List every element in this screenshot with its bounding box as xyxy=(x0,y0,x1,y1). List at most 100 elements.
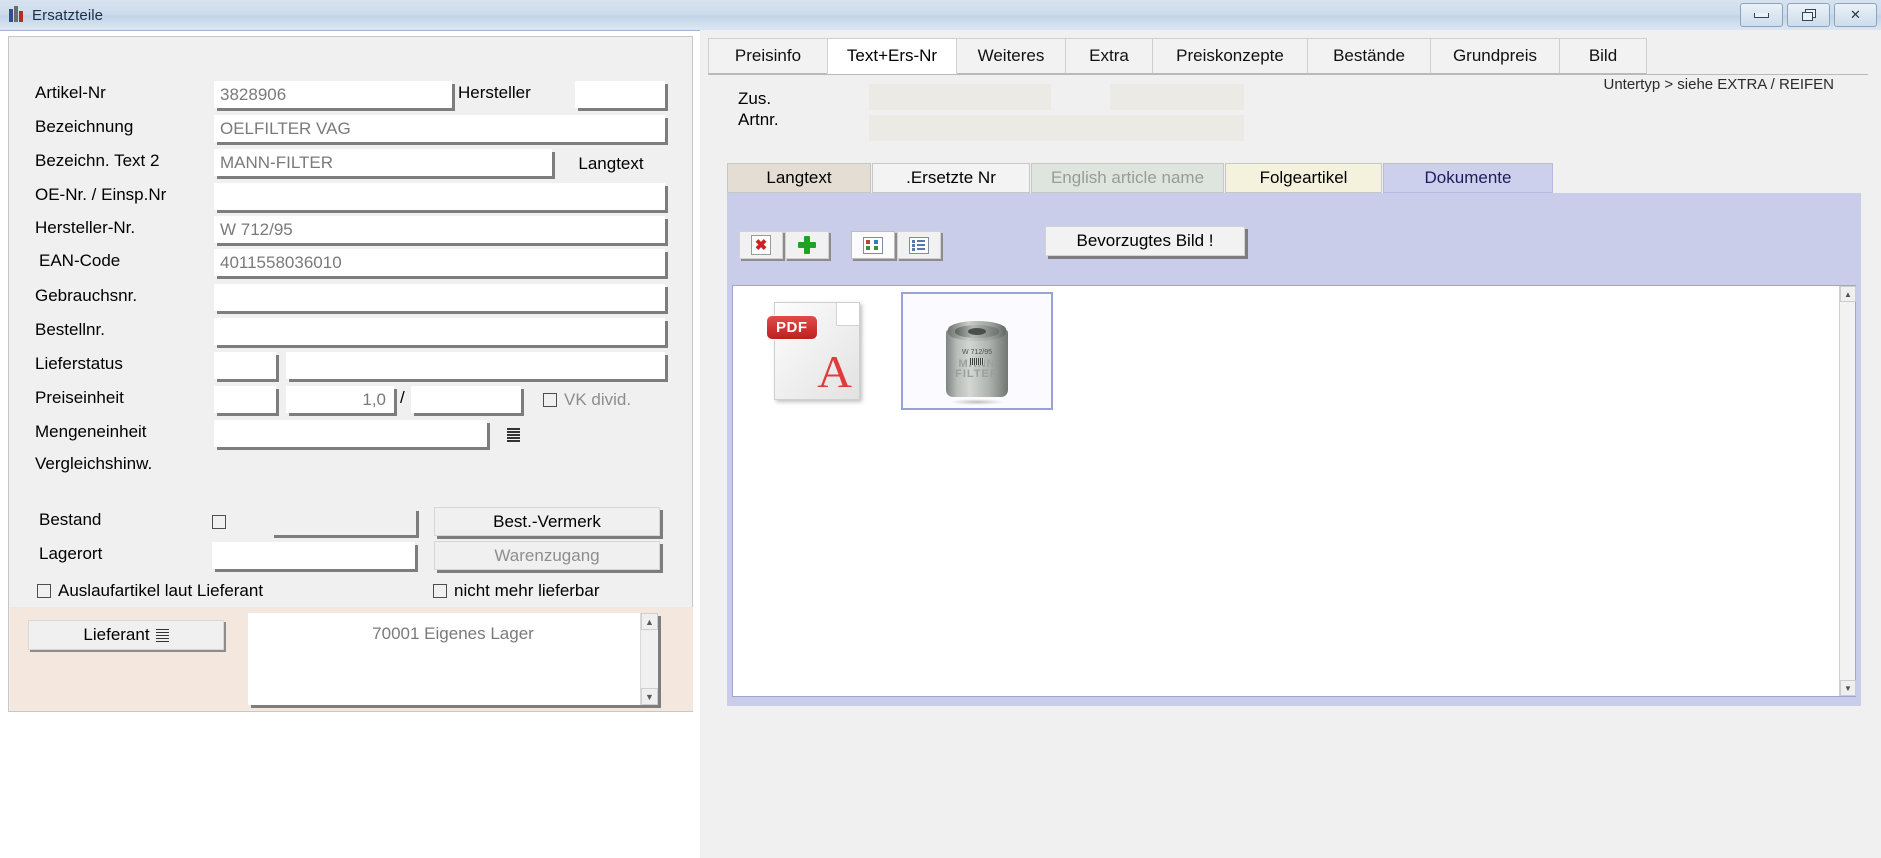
preiseinheit-separator: / xyxy=(400,388,405,407)
label-bestand: Bestand xyxy=(39,510,102,529)
tab-bestaende[interactable]: Bestände xyxy=(1307,38,1431,74)
documents-scrollbar[interactable]: ▲ ▼ xyxy=(1839,286,1856,696)
checkbox-auslaufartikel[interactable]: Auslaufartikel laut Lieferant xyxy=(37,581,263,601)
inner-tab-english-article-name: English article name xyxy=(1031,163,1224,193)
label-zus-artnr: Zus. Artnr. xyxy=(738,89,779,129)
label-preiseinheit: Preiseinheit xyxy=(35,388,124,407)
preferred-image-button[interactable]: Bevorzugtes Bild ! xyxy=(1045,226,1245,256)
window-title: Ersatzteile xyxy=(32,6,104,24)
input-mengeneinheit[interactable] xyxy=(214,420,487,447)
input-preiseinheit-divisor[interactable] xyxy=(411,386,521,413)
input-zus-artnr-1[interactable] xyxy=(869,84,1051,110)
input-preiseinheit-code[interactable] xyxy=(214,386,276,413)
label-lagerort: Lagerort xyxy=(39,544,103,563)
input-zus-artnr-2[interactable] xyxy=(1110,84,1244,110)
input-oe-nr[interactable] xyxy=(214,183,665,210)
label-gebrauchsnr: Gebrauchsnr. xyxy=(35,286,138,305)
app-icon xyxy=(7,6,25,24)
checkbox-nicht-mehr-lieferbar[interactable]: nicht mehr lieferbar xyxy=(433,581,600,601)
scroll-up-icon[interactable]: ▲ xyxy=(641,613,658,630)
label-bestellnr: Bestellnr. xyxy=(35,320,105,339)
scroll-down-icon[interactable]: ▼ xyxy=(641,688,658,705)
grid-view-icon xyxy=(863,236,883,254)
delete-icon: ✖ xyxy=(751,235,771,255)
checkbox-box xyxy=(433,584,447,598)
lieferant-menu-icon xyxy=(155,628,169,643)
input-bestand[interactable] xyxy=(271,508,416,535)
close-icon: ✕ xyxy=(1850,7,1861,22)
input-ean-code[interactable]: 4011558036010 xyxy=(214,249,665,276)
input-gebrauchsnr[interactable] xyxy=(214,284,665,311)
input-zus-artnr-3[interactable] xyxy=(869,115,1244,141)
acrobat-glyph: A xyxy=(816,346,852,397)
document-thumbnail-pdf[interactable]: PDF A xyxy=(741,292,893,410)
inner-tab-langtext[interactable]: Langtext xyxy=(727,163,871,193)
label-artikel-nr: Artikel-Nr xyxy=(35,83,106,102)
tab-preisinfo[interactable]: Preisinfo xyxy=(708,38,828,74)
supplier-list-item[interactable]: 70001 Eigenes Lager xyxy=(372,624,534,643)
add-icon xyxy=(798,236,816,254)
list-view-icon xyxy=(909,236,929,254)
restore-button[interactable] xyxy=(1787,3,1830,27)
input-lagerort[interactable] xyxy=(212,542,415,569)
label-mengeneinheit: Mengeneinheit xyxy=(35,422,147,441)
delete-document-button[interactable]: ✖ xyxy=(739,231,783,259)
oil-filter-image: W 712/95 MANN FILTER xyxy=(916,299,1038,405)
tab-bild[interactable]: Bild xyxy=(1559,38,1647,74)
pdf-file-icon: PDF A xyxy=(766,302,860,400)
input-lieferstatus-code[interactable] xyxy=(214,352,276,379)
checkbox-box xyxy=(37,584,51,598)
checkbox-box xyxy=(543,392,557,407)
tab-grundpreis[interactable]: Grundpreis xyxy=(1430,38,1560,74)
tab-preiskonzepte[interactable]: Preiskonzepte xyxy=(1152,38,1308,74)
supplier-strip: Lieferant 70001 Eigenes Lager ▲ ▼ xyxy=(10,607,693,711)
detail-view-button[interactable] xyxy=(897,231,941,259)
mengeneinheit-menu-icon[interactable] xyxy=(507,428,520,442)
checkbox-bestand[interactable] xyxy=(212,515,226,529)
scroll-down-icon[interactable]: ▼ xyxy=(1840,680,1856,696)
label-bezeichnung: Bezeichnung xyxy=(35,117,134,136)
label-bezeichn-text-2: Bezeichn. Text 2 xyxy=(35,151,160,170)
checkbox-vk-divid[interactable]: VK divid. xyxy=(543,386,631,413)
input-hersteller[interactable] xyxy=(575,81,665,108)
documents-list[interactable]: PDF A W 712/95 MANN FILTER ▲ ▼ xyxy=(732,285,1856,697)
document-thumbnail-image[interactable]: W 712/95 MANN FILTER xyxy=(901,292,1053,410)
label-lieferstatus: Lieferstatus xyxy=(35,354,123,373)
close-button[interactable]: ✕ xyxy=(1834,3,1877,27)
supplier-list-scrollbar[interactable]: ▲ ▼ xyxy=(640,613,658,705)
inner-tab-ersetzte-nr[interactable]: .Ersetzte Nr xyxy=(872,163,1030,193)
best-vermerk-button[interactable]: Best.-Vermerk xyxy=(434,507,660,536)
input-hersteller-nr[interactable]: W 712/95 xyxy=(214,216,665,243)
label-ean-code: EAN-Code xyxy=(39,251,121,270)
input-lieferstatus-text[interactable] xyxy=(286,352,665,379)
window-controls: ✕ xyxy=(1740,3,1877,27)
label-hersteller: Hersteller xyxy=(458,83,531,102)
article-form-panel: Artikel-Nr 3828906 Hersteller Bezeichnun… xyxy=(8,36,693,712)
inner-tab-bar: Langtext .Ersetzte Nr English article na… xyxy=(727,163,1553,193)
tab-weiteres[interactable]: Weiteres xyxy=(956,38,1066,74)
inner-tab-dokumente[interactable]: Dokumente xyxy=(1383,163,1553,193)
add-document-button[interactable] xyxy=(785,231,829,259)
minimize-button[interactable] xyxy=(1740,3,1783,27)
outer-tab-bar: Preisinfo Text+Ers-Nr Weiteres Extra Pre… xyxy=(708,38,1868,75)
input-artikel-nr[interactable]: 3828906 xyxy=(214,81,452,108)
input-bezeichn-text-2[interactable]: MANN-FILTER xyxy=(214,149,552,176)
warenzugang-button[interactable]: Warenzugang xyxy=(434,541,660,570)
tab-extra[interactable]: Extra xyxy=(1065,38,1153,74)
lieferant-button[interactable]: Lieferant xyxy=(28,620,224,650)
scroll-up-icon[interactable]: ▲ xyxy=(1840,286,1856,302)
label-vergleichshinw: Vergleichshinw. xyxy=(35,454,153,473)
input-preiseinheit-value[interactable]: 1,0 xyxy=(286,386,394,413)
window-titlebar: Ersatzteile ✕ xyxy=(0,0,1881,31)
inner-tab-folgeartikel[interactable]: Folgeartikel xyxy=(1225,163,1382,193)
label-oe-nr: OE-Nr. / Einsp.Nr xyxy=(35,185,167,204)
input-bezeichnung[interactable]: OELFILTER VAG xyxy=(214,115,665,142)
subtype-note: Untertyp > siehe EXTRA / REIFEN xyxy=(1603,76,1834,93)
langtext-button[interactable]: Langtext xyxy=(557,149,665,178)
thumbnail-view-button[interactable] xyxy=(851,231,895,259)
label-hersteller-nr: Hersteller-Nr. xyxy=(35,218,136,237)
documents-panel: ✖ Bevorzugtes Bild ! PDF A W 712/95 FILT… xyxy=(727,193,1861,706)
input-bestellnr[interactable] xyxy=(214,318,665,345)
tab-text-ers-nr[interactable]: Text+Ers-Nr xyxy=(827,38,957,74)
supplier-list[interactable]: 70001 Eigenes Lager ▲ ▼ xyxy=(248,613,658,705)
